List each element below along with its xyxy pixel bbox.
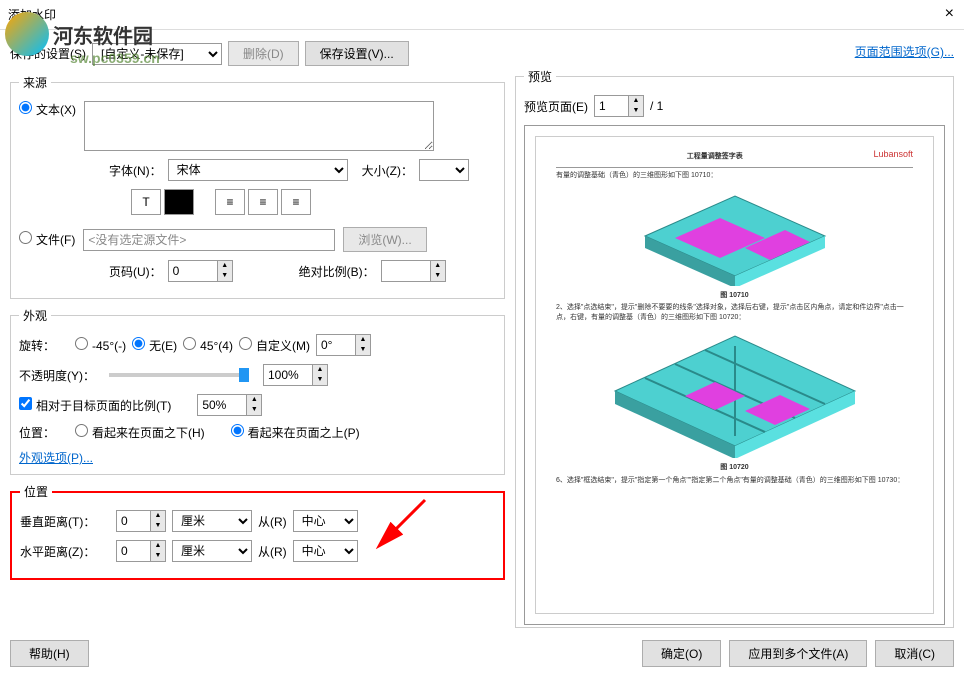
preview-page-label: 预览页面(E) [524, 98, 588, 115]
rotate-label: 旋转： [19, 337, 69, 354]
doc-paragraph: 有量的调整基础（青色）的三维图形如下图 10710： [556, 171, 913, 181]
doc-paragraph: 2、选择"点选结束"，提示"删除不要要的线条"选择对象，选择后右键，提示"点击区… [556, 303, 913, 323]
ok-button[interactable]: 确定(O) [642, 640, 721, 667]
page-num-spinner[interactable]: ▲▼ [168, 260, 233, 282]
rotate-neg45-radio[interactable]: -45°(-) [75, 337, 126, 353]
appearance-legend: 外观 [19, 307, 51, 324]
font-combo[interactable]: 宋体 [168, 159, 348, 181]
align-right-icon[interactable]: ≡ [281, 189, 311, 215]
vert-dist-label: 垂直距离(T)： [20, 513, 110, 530]
preview-area: 工程量调整签字表 Lubansoft 有量的调整基础（青色）的三维图形如下图 1… [524, 125, 945, 625]
doc-fig-label-1: 图 10710 [556, 291, 913, 301]
rotate-value-spinner[interactable]: ▲▼ [316, 334, 371, 356]
close-icon[interactable]: × [945, 5, 954, 23]
vert-from-combo[interactable]: 中心 [293, 510, 358, 532]
logo-text: 河东软件园 [53, 20, 153, 49]
horiz-unit-combo[interactable]: 厘米 [172, 540, 252, 562]
align-left-icon[interactable]: ≡ [215, 189, 245, 215]
abs-scale-spinner[interactable]: ▲▼ [381, 260, 446, 282]
position-label: 位置： [19, 424, 69, 441]
vert-unit-combo[interactable]: 厘米 [172, 510, 252, 532]
appearance-options-link[interactable]: 外观选项(P)... [19, 451, 93, 465]
doc-3d-figure-1 [625, 186, 845, 286]
relative-scale-check[interactable]: 相对于目标页面的比例(T) [19, 397, 171, 414]
text-color-icon[interactable]: T [131, 189, 161, 215]
preview-page-total: / 1 [650, 99, 663, 113]
doc-fig-label-2: 图 10720 [556, 463, 913, 473]
fill-color-icon[interactable] [164, 189, 194, 215]
position-legend: 位置 [20, 483, 52, 500]
preview-fieldset: 预览 预览页面(E) ▲▼ / 1 工程量调整签字表 Lubansoft 有量的… [515, 68, 954, 628]
browse-button[interactable]: 浏览(W)... [343, 227, 426, 252]
doc-paragraph: 6、选择"框选结束"，提示"指定第一个角点""指定第二个角点"有量的调整基础（青… [556, 476, 913, 486]
opacity-slider[interactable] [109, 373, 249, 377]
relative-scale-spinner[interactable]: ▲▼ [197, 394, 262, 416]
cancel-button[interactable]: 取消(C) [875, 640, 954, 667]
source-legend: 来源 [19, 74, 51, 91]
text-radio[interactable]: 文本(X) [19, 101, 76, 118]
page-num-label: 页码(U)： [109, 263, 162, 280]
preview-legend: 预览 [524, 68, 556, 85]
source-fieldset: 来源 文本(X) 字体(N)： 宋体 大小(Z)： T ≡ ≡ ≡ 文件(F) [10, 74, 505, 299]
help-button[interactable]: 帮助(H) [10, 640, 89, 667]
rotate-45-radio[interactable]: 45°(4) [183, 337, 233, 353]
vert-dist-spinner[interactable]: ▲▼ [116, 510, 166, 532]
apply-multiple-button[interactable]: 应用到多个文件(A) [729, 640, 867, 667]
watermark-text-input[interactable] [84, 101, 434, 151]
horiz-dist-spinner[interactable]: ▲▼ [116, 540, 166, 562]
doc-title: 工程量调整签字表 [687, 152, 743, 162]
font-label: 字体(N)： [109, 162, 162, 179]
appearance-fieldset: 外观 旋转： -45°(-) 无(E) 45°(4) 自定义(M) ▲▼ 不透明… [10, 307, 505, 475]
pos-above-radio[interactable]: 看起来在页面之上(P) [231, 424, 360, 441]
save-settings-button[interactable]: 保存设置(V)... [305, 41, 409, 66]
opacity-spinner[interactable]: ▲▼ [263, 364, 328, 386]
align-center-icon[interactable]: ≡ [248, 189, 278, 215]
rotate-custom-radio[interactable]: 自定义(M) [239, 337, 310, 354]
vert-from-label: 从(R) [258, 513, 287, 530]
horiz-from-label: 从(R) [258, 543, 287, 560]
doc-brand-logo: Lubansoft [873, 149, 913, 165]
file-path-input[interactable] [83, 229, 335, 251]
abs-scale-label: 绝对比例(B)： [299, 263, 375, 280]
page-range-link[interactable]: 页面范围选项(G)... [855, 45, 954, 59]
preview-page-spinner[interactable]: ▲▼ [594, 95, 644, 117]
size-label: 大小(Z)： [362, 162, 413, 179]
pos-below-radio[interactable]: 看起来在页面之下(H) [75, 424, 205, 441]
delete-button[interactable]: 删除(D) [228, 41, 299, 66]
opacity-label: 不透明度(Y)： [19, 367, 95, 384]
file-radio[interactable]: 文件(F) [19, 231, 75, 248]
doc-3d-figure-2 [605, 328, 865, 458]
horiz-from-combo[interactable]: 中心 [293, 540, 358, 562]
horiz-dist-label: 水平距离(Z)： [20, 543, 110, 560]
size-combo[interactable] [419, 159, 469, 181]
position-fieldset: 位置 垂直距离(T)： ▲▼ 厘米 从(R) 中心 水平距离(Z)： ▲▼ 厘米… [10, 483, 505, 580]
rotate-none-radio[interactable]: 无(E) [132, 337, 177, 354]
site-logo: 河东软件园 [5, 12, 153, 56]
logo-icon [5, 12, 49, 56]
